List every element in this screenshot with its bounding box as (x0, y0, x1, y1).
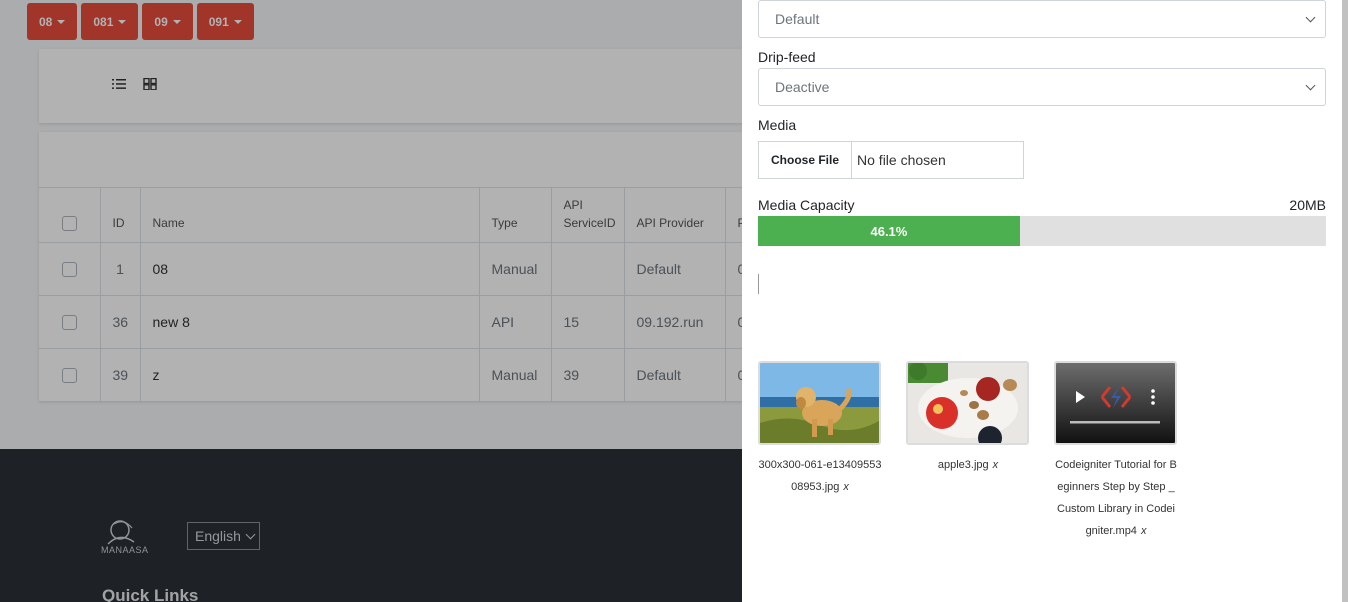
chevron-down-icon (1305, 80, 1316, 91)
dripfeed-value: Deactive (775, 79, 830, 95)
text-cursor (758, 274, 759, 294)
media-capacity-label: Media Capacity (758, 197, 855, 213)
dripfeed-label: Drip-feed (758, 49, 816, 65)
media-capacity-progress-fill: 46.1% (758, 216, 1020, 246)
video-thumbnail[interactable] (1054, 361, 1177, 445)
chevron-down-icon (1305, 12, 1316, 23)
service-edit-panel: Default Drip-feed Deactive Media Choose … (742, 0, 1342, 602)
media-file-name: 300x300-061-e1340955308953.jpg x (758, 459, 882, 493)
media-capacity-total: 20MB (1289, 197, 1326, 213)
panel-scrollbar-thumb[interactable] (1342, 0, 1348, 602)
dripfeed-select[interactable]: Deactive (758, 68, 1326, 106)
media-file-name: apple3.jpg x (937, 459, 999, 471)
remove-media-button[interactable]: x (843, 481, 849, 493)
apples-photo-thumbnail[interactable] (906, 361, 1029, 445)
dog-photo-thumbnail[interactable] (758, 361, 881, 445)
top-select[interactable]: Default (758, 0, 1326, 38)
media-file-item: 300x300-061-e1340955308953.jpg x (758, 361, 882, 498)
file-status: No file chosen (857, 152, 946, 168)
media-capacity-progress: 46.1% (758, 216, 1326, 246)
remove-media-button[interactable]: x (993, 459, 999, 471)
media-file-item: Codeigniter Tutorial for Beginners Step … (1054, 361, 1178, 542)
remove-media-button[interactable]: x (1141, 525, 1147, 537)
choose-file-button[interactable]: Choose File (759, 142, 853, 178)
media-file-input[interactable]: Choose File No file chosen (758, 141, 1024, 179)
media-label: Media (758, 117, 797, 133)
media-file-name: Codeigniter Tutorial for Beginners Step … (1055, 459, 1177, 537)
modal-backdrop[interactable] (0, 0, 742, 602)
media-file-item: apple3.jpg x (906, 361, 1030, 476)
top-select-value: Default (775, 11, 820, 27)
